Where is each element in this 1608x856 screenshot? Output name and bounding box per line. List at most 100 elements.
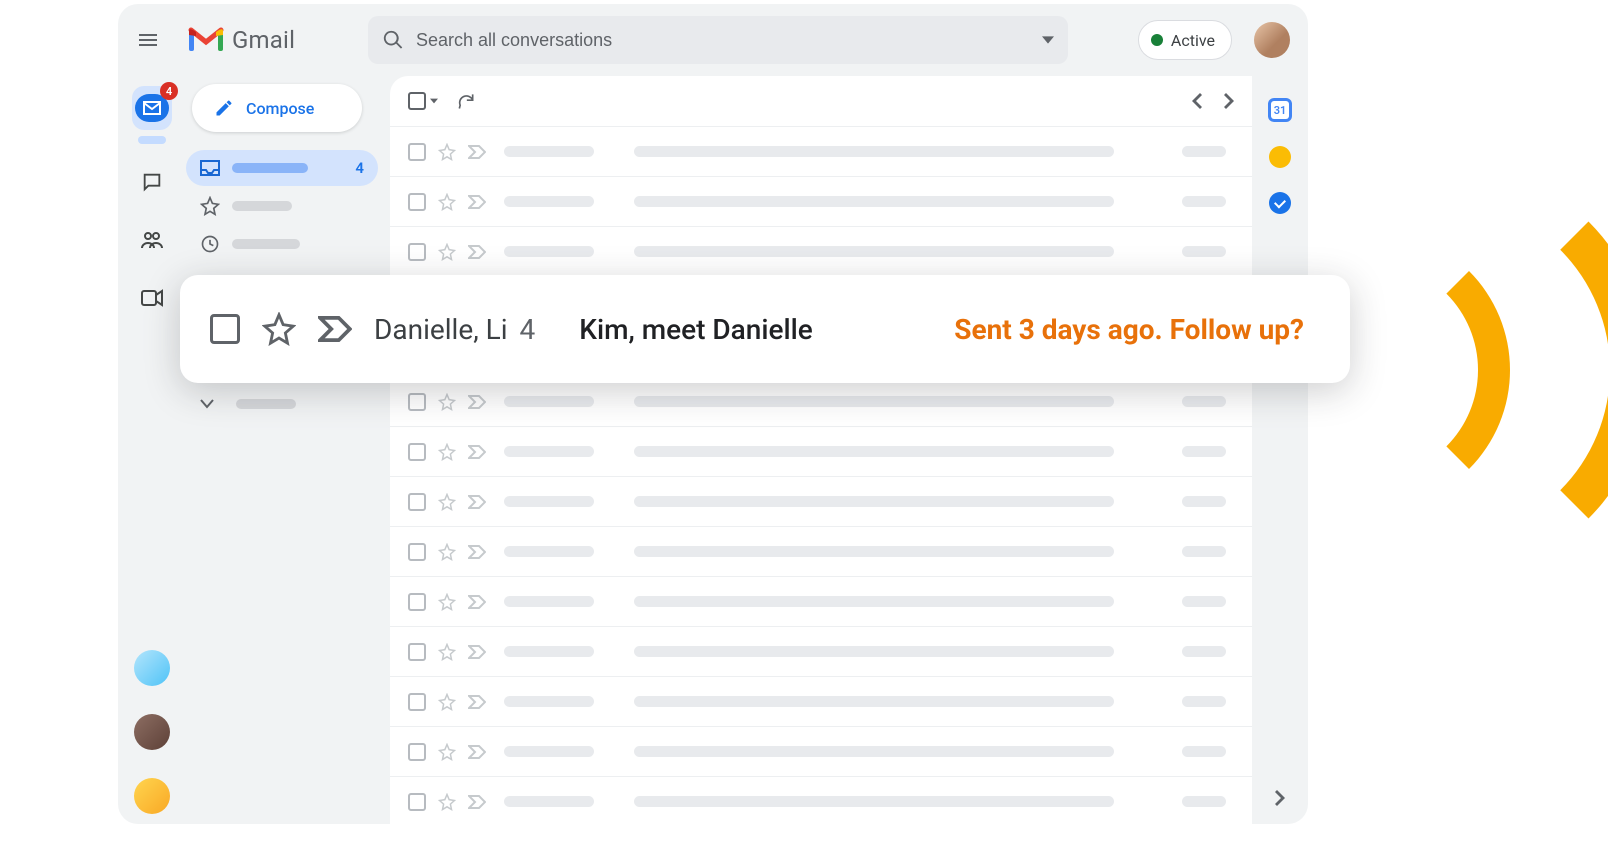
- header: Gmail Active: [118, 4, 1308, 76]
- star-icon[interactable]: [262, 312, 296, 346]
- rail-chat[interactable]: [132, 162, 172, 202]
- sender-placeholder: [504, 196, 594, 207]
- important-icon[interactable]: [468, 395, 486, 409]
- pagination: [1192, 93, 1234, 109]
- row-checkbox[interactable]: [408, 793, 426, 811]
- email-row[interactable]: [390, 776, 1252, 824]
- rail-spaces[interactable]: [132, 220, 172, 260]
- sidebar: Compose 4: [186, 76, 386, 824]
- star-icon[interactable]: [438, 393, 456, 411]
- row-checkbox[interactable]: [408, 693, 426, 711]
- star-icon[interactable]: [438, 243, 456, 261]
- newer-button[interactable]: [1192, 93, 1202, 109]
- email-row[interactable]: [390, 476, 1252, 526]
- row-checkbox[interactable]: [408, 593, 426, 611]
- sidepanel-toggle[interactable]: [1275, 790, 1285, 806]
- row-checkbox[interactable]: [408, 143, 426, 161]
- row-checkbox[interactable]: [408, 193, 426, 211]
- email-row[interactable]: [390, 426, 1252, 476]
- row-checkbox[interactable]: [408, 743, 426, 761]
- tasks-icon[interactable]: [1269, 192, 1291, 214]
- row-checkbox[interactable]: [408, 543, 426, 561]
- account-avatar[interactable]: [1254, 22, 1290, 58]
- email-row[interactable]: [390, 226, 1252, 276]
- email-row[interactable]: [390, 376, 1252, 426]
- star-icon[interactable]: [438, 793, 456, 811]
- star-icon[interactable]: [438, 543, 456, 561]
- subject-placeholder: [634, 446, 1114, 457]
- email-row[interactable]: [390, 126, 1252, 176]
- main-menu-button[interactable]: [126, 18, 170, 62]
- row-checkbox[interactable]: [408, 243, 426, 261]
- highlight-sender-names: Danielle, Li: [374, 313, 508, 346]
- important-icon[interactable]: [468, 495, 486, 509]
- meta-placeholder: [1182, 546, 1226, 557]
- sidebar-inbox-count: 4: [355, 159, 364, 177]
- calendar-icon[interactable]: [1268, 98, 1292, 122]
- sidebar-item-inbox[interactable]: 4: [186, 150, 378, 186]
- meta-placeholder: [1182, 646, 1226, 657]
- rail-contact-1[interactable]: [134, 650, 170, 686]
- chevron-right-icon: [1275, 790, 1285, 806]
- row-checkbox[interactable]: [408, 443, 426, 461]
- star-icon[interactable]: [438, 593, 456, 611]
- compose-button[interactable]: Compose: [192, 84, 362, 132]
- refresh-button[interactable]: [456, 91, 476, 111]
- important-icon[interactable]: [468, 545, 486, 559]
- important-icon[interactable]: [468, 795, 486, 809]
- star-icon[interactable]: [438, 643, 456, 661]
- sender-placeholder: [504, 396, 594, 407]
- rail-meet[interactable]: [132, 278, 172, 318]
- rail-mail[interactable]: 4: [132, 86, 172, 130]
- email-row[interactable]: [390, 676, 1252, 726]
- rail-contact-3[interactable]: [134, 778, 170, 814]
- sender-placeholder: [504, 496, 594, 507]
- sidebar-inbox-label-placeholder: [232, 163, 308, 173]
- important-icon[interactable]: [468, 745, 486, 759]
- rail-contact-2[interactable]: [134, 714, 170, 750]
- subject-placeholder: [634, 596, 1114, 607]
- meta-placeholder: [1182, 696, 1226, 707]
- search-options-button[interactable]: [1042, 34, 1054, 46]
- sender-placeholder: [504, 796, 594, 807]
- important-icon[interactable]: [468, 145, 486, 159]
- important-icon[interactable]: [468, 695, 486, 709]
- status-pill[interactable]: Active: [1138, 20, 1232, 60]
- email-row[interactable]: [390, 626, 1252, 676]
- search-input[interactable]: [416, 30, 1054, 51]
- star-icon[interactable]: [438, 143, 456, 161]
- meta-placeholder: [1182, 496, 1226, 507]
- keep-icon[interactable]: [1269, 146, 1291, 168]
- older-button[interactable]: [1224, 93, 1234, 109]
- star-icon[interactable]: [438, 493, 456, 511]
- important-icon[interactable]: [468, 645, 486, 659]
- select-all-checkbox[interactable]: [408, 92, 438, 110]
- important-icon[interactable]: [468, 195, 486, 209]
- email-row[interactable]: [390, 526, 1252, 576]
- star-icon[interactable]: [438, 743, 456, 761]
- important-icon[interactable]: [468, 245, 486, 259]
- important-icon[interactable]: [468, 445, 486, 459]
- star-icon[interactable]: [438, 693, 456, 711]
- row-checkbox[interactable]: [210, 314, 240, 344]
- star-icon[interactable]: [438, 443, 456, 461]
- search-bar[interactable]: [368, 16, 1068, 64]
- sidebar-item-snoozed[interactable]: [186, 226, 378, 262]
- sender-placeholder: [504, 246, 594, 257]
- chevron-left-icon: [1192, 93, 1202, 109]
- highlight-subject: Kim, meet Danielle: [579, 313, 812, 346]
- row-checkbox[interactable]: [408, 643, 426, 661]
- sidebar-item-starred[interactable]: [186, 188, 378, 224]
- row-checkbox[interactable]: [408, 393, 426, 411]
- nudge-email-card[interactable]: Danielle, Li 4 Kim, meet Danielle Sent 3…: [180, 275, 1350, 383]
- email-row[interactable]: [390, 176, 1252, 226]
- star-icon[interactable]: [438, 193, 456, 211]
- sidebar-item-more[interactable]: [186, 386, 378, 422]
- important-icon[interactable]: [318, 316, 352, 342]
- meta-placeholder: [1182, 596, 1226, 607]
- highlight-nudge[interactable]: Sent 3 days ago. Follow up?: [954, 313, 1304, 346]
- email-row[interactable]: [390, 576, 1252, 626]
- important-icon[interactable]: [468, 595, 486, 609]
- email-row[interactable]: [390, 726, 1252, 776]
- row-checkbox[interactable]: [408, 493, 426, 511]
